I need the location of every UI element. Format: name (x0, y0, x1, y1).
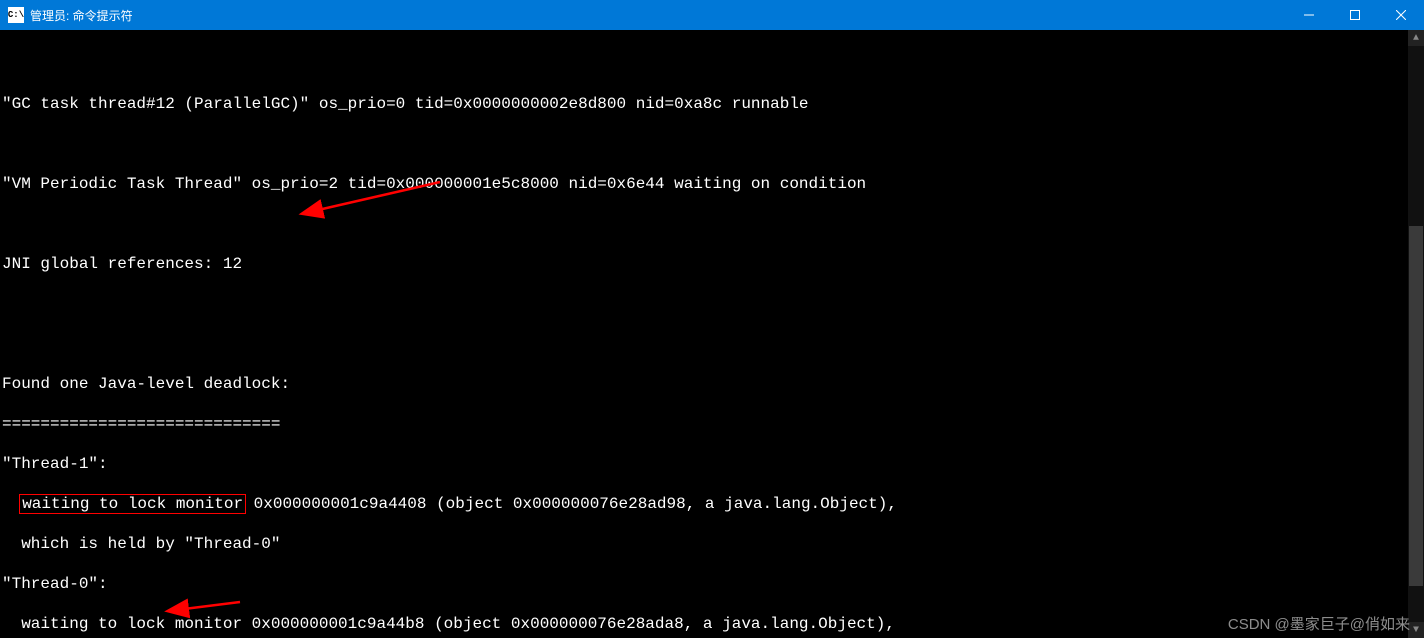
output-line (2, 134, 1422, 154)
output-line: waiting to lock monitor 0x000000001c9a44… (2, 494, 1422, 514)
output-line (2, 294, 1422, 314)
scroll-thumb[interactable] (1409, 226, 1423, 586)
cmd-icon: C:\ (8, 7, 24, 23)
terminal-output[interactable]: "GC task thread#12 (ParallelGC)" os_prio… (0, 30, 1424, 638)
vertical-scrollbar[interactable]: ▲ ▼ (1408, 30, 1424, 638)
maximize-button[interactable] (1332, 0, 1378, 30)
scroll-track[interactable] (1408, 46, 1424, 622)
output-line: "VM Periodic Task Thread" os_prio=2 tid=… (2, 174, 1422, 194)
scroll-down-button[interactable]: ▼ (1408, 622, 1424, 638)
scroll-up-button[interactable]: ▲ (1408, 30, 1424, 46)
output-line: "Thread-0": (2, 574, 1422, 594)
highlight-box: waiting to lock monitor (19, 494, 246, 514)
output-line (2, 54, 1422, 74)
window-title: 管理员: 命令提示符 (30, 7, 1286, 24)
output-line: "GC task thread#12 (ParallelGC)" os_prio… (2, 94, 1422, 114)
output-line: which is held by "Thread-0" (2, 534, 1422, 554)
output-line (2, 214, 1422, 234)
close-button[interactable] (1378, 0, 1424, 30)
output-line: ============================= (2, 414, 1422, 434)
window-controls (1286, 0, 1424, 30)
output-line (2, 334, 1422, 354)
output-line: waiting to lock monitor 0x000000001c9a44… (2, 614, 1422, 634)
window-titlebar[interactable]: C:\ 管理员: 命令提示符 (0, 0, 1424, 30)
minimize-button[interactable] (1286, 0, 1332, 30)
watermark-text: CSDN @墨家巨子@俏如来 (1228, 613, 1410, 634)
output-line: "Thread-1": (2, 454, 1422, 474)
output-line: JNI global references: 12 (2, 254, 1422, 274)
output-line: Found one Java-level deadlock: (2, 374, 1422, 394)
